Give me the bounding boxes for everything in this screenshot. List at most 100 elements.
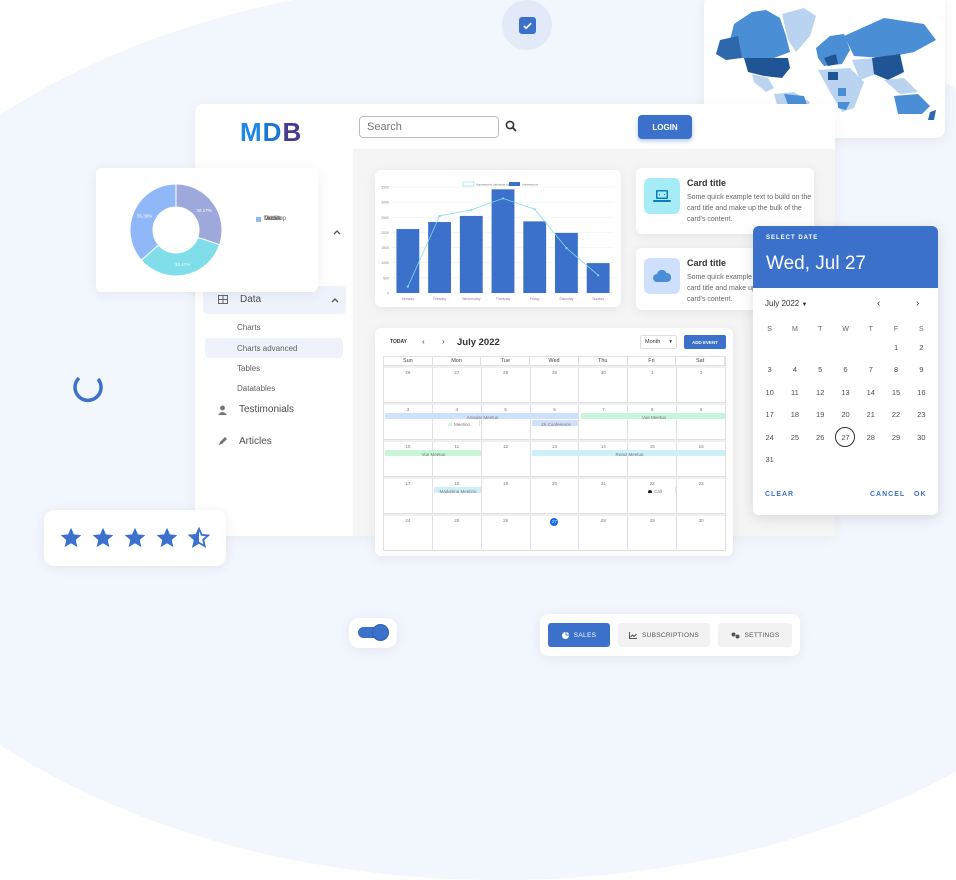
- month-year-dropdown[interactable]: July 2022 ▼: [765, 299, 807, 308]
- calendar-event[interactable]: React Meetup: [532, 450, 726, 456]
- day-cell[interactable]: 4: [782, 359, 807, 382]
- day-cell[interactable]: 14: [858, 381, 883, 404]
- day-cell[interactable]: 27: [833, 426, 858, 449]
- calendar-day-cell[interactable]: 29: [628, 514, 678, 550]
- calendar-day-cell[interactable]: 15: [628, 440, 678, 476]
- mdb-logo[interactable]: MDB: [240, 117, 302, 148]
- bar-wednesday[interactable]: [459, 215, 483, 293]
- calendar-day-cell[interactable]: 17: [384, 477, 433, 513]
- view-select[interactable]: Month ▾: [640, 335, 677, 349]
- day-cell[interactable]: 29: [883, 426, 908, 449]
- bar-sunday[interactable]: [586, 263, 610, 293]
- bar-thursday[interactable]: [491, 189, 515, 293]
- day-cell[interactable]: 31: [757, 449, 782, 472]
- calendar-event[interactable]: Marketing Meeting: [434, 487, 481, 493]
- day-cell[interactable]: 5: [808, 359, 833, 382]
- calendar-day-cell[interactable]: 26: [384, 366, 433, 402]
- line-point[interactable]: [470, 208, 473, 211]
- day-cell[interactable]: 19: [808, 404, 833, 427]
- prev-month-button[interactable]: ‹: [422, 337, 425, 346]
- day-cell[interactable]: 8: [883, 359, 908, 382]
- cancel-button[interactable]: CANCEL: [870, 491, 905, 498]
- calendar-day-cell[interactable]: 27: [530, 514, 580, 550]
- tab-subscriptions[interactable]: SUBSCRIPTIONS: [618, 623, 710, 647]
- line-point[interactable]: [565, 246, 568, 250]
- calendar-day-cell[interactable]: 3: [384, 403, 433, 439]
- calendar-day-cell[interactable]: 2: [677, 366, 726, 402]
- chevron-up-icon[interactable]: [332, 228, 342, 236]
- calendar-day-cell[interactable]: 25: [432, 514, 482, 550]
- bar-tuesday[interactable]: [428, 222, 451, 293]
- calendar-day-cell[interactable]: 20: [530, 477, 580, 513]
- calendar-event[interactable]: Angular Meetup: [385, 413, 579, 419]
- day-cell[interactable]: 24: [757, 426, 782, 449]
- day-cell[interactable]: 2: [909, 336, 934, 359]
- day-cell[interactable]: 18: [782, 404, 807, 427]
- tab-settings[interactable]: SETTINGS: [718, 623, 792, 647]
- bar-friday[interactable]: [523, 221, 547, 293]
- toggle-knob[interactable]: [373, 625, 388, 640]
- prev-month-button[interactable]: ‹: [877, 298, 880, 309]
- sidebar-item-testimonials[interactable]: Testimonials: [218, 404, 294, 415]
- day-cell[interactable]: 12: [808, 381, 833, 404]
- calendar-day-cell[interactable]: 23: [677, 477, 726, 513]
- tab-sales[interactable]: SALES: [548, 623, 610, 647]
- calendar-event[interactable]: Vue Meetup: [581, 413, 726, 419]
- add-event-button[interactable]: ADD EVENT: [684, 335, 726, 349]
- calendar-day-cell[interactable]: 10: [384, 440, 433, 476]
- day-cell[interactable]: 17: [757, 404, 782, 427]
- day-cell[interactable]: 15: [883, 381, 908, 404]
- day-cell[interactable]: 23: [909, 404, 934, 427]
- calendar-day-cell[interactable]: 9: [677, 403, 726, 439]
- line-point[interactable]: [406, 285, 409, 288]
- calendar-day-cell[interactable]: 29: [530, 366, 580, 402]
- day-cell[interactable]: 30: [909, 426, 934, 449]
- calendar-day-cell[interactable]: 21: [579, 477, 629, 513]
- calendar-day-cell[interactable]: 8: [628, 403, 678, 439]
- calendar-day-cell[interactable]: 28: [481, 366, 531, 402]
- bar-saturday[interactable]: [555, 232, 578, 293]
- star-filled-icon[interactable]: [124, 527, 146, 549]
- calendar-day-cell[interactable]: 1: [628, 366, 678, 402]
- line-point[interactable]: [438, 214, 441, 218]
- calendar-day-cell[interactable]: 19: [481, 477, 531, 513]
- day-cell[interactable]: 16: [909, 381, 934, 404]
- day-cell[interactable]: 28: [858, 426, 883, 449]
- next-month-button[interactable]: ›: [442, 337, 445, 346]
- calendar-day-cell[interactable]: 18: [432, 477, 482, 513]
- sidebar-item-articles[interactable]: Articles: [218, 436, 272, 447]
- search-input[interactable]: [359, 116, 499, 138]
- calendar-day-cell[interactable]: 30: [579, 366, 629, 402]
- today-marker[interactable]: 27: [550, 518, 559, 526]
- star-filled-icon[interactable]: [92, 527, 114, 549]
- day-cell[interactable]: 22: [883, 404, 908, 427]
- day-cell[interactable]: 9: [909, 359, 934, 382]
- day-cell[interactable]: 21: [858, 404, 883, 427]
- sidebar-sub-tables[interactable]: Tables: [237, 364, 260, 373]
- line-point[interactable]: [501, 197, 505, 200]
- day-cell[interactable]: 11: [782, 381, 807, 404]
- calendar-day-cell[interactable]: 26: [481, 514, 531, 550]
- checkbox-checked[interactable]: [518, 16, 536, 34]
- next-month-button[interactable]: ›: [916, 298, 919, 309]
- calendar-event[interactable]: Meeting: [437, 420, 480, 426]
- day-cell[interactable]: 1: [883, 336, 908, 359]
- day-cell[interactable]: 20: [833, 404, 858, 427]
- day-cell[interactable]: 25: [782, 426, 807, 449]
- star-filled-icon[interactable]: [60, 527, 82, 549]
- calendar-day-cell[interactable]: 5: [481, 403, 531, 439]
- clear-button[interactable]: CLEAR: [765, 491, 794, 498]
- selected-day[interactable]: 27: [835, 427, 856, 448]
- login-button[interactable]: LOGIN: [638, 115, 692, 139]
- calendar-day-cell[interactable]: 16: [677, 440, 726, 476]
- calendar-day-cell[interactable]: 30: [677, 514, 726, 550]
- calendar-day-cell[interactable]: 22: [628, 477, 678, 513]
- today-button[interactable]: TODAY: [390, 339, 407, 345]
- sidebar-sub-datatables[interactable]: Datatables: [237, 384, 275, 393]
- day-cell[interactable]: 3: [757, 359, 782, 382]
- calendar-day-cell[interactable]: 28: [579, 514, 629, 550]
- calendar-day-cell[interactable]: 27: [432, 366, 482, 402]
- star-filled-icon[interactable]: [156, 527, 178, 549]
- sidebar-sub-charts-advanced[interactable]: Charts advanced: [237, 344, 297, 353]
- sidebar-item-data[interactable]: Data: [218, 294, 261, 305]
